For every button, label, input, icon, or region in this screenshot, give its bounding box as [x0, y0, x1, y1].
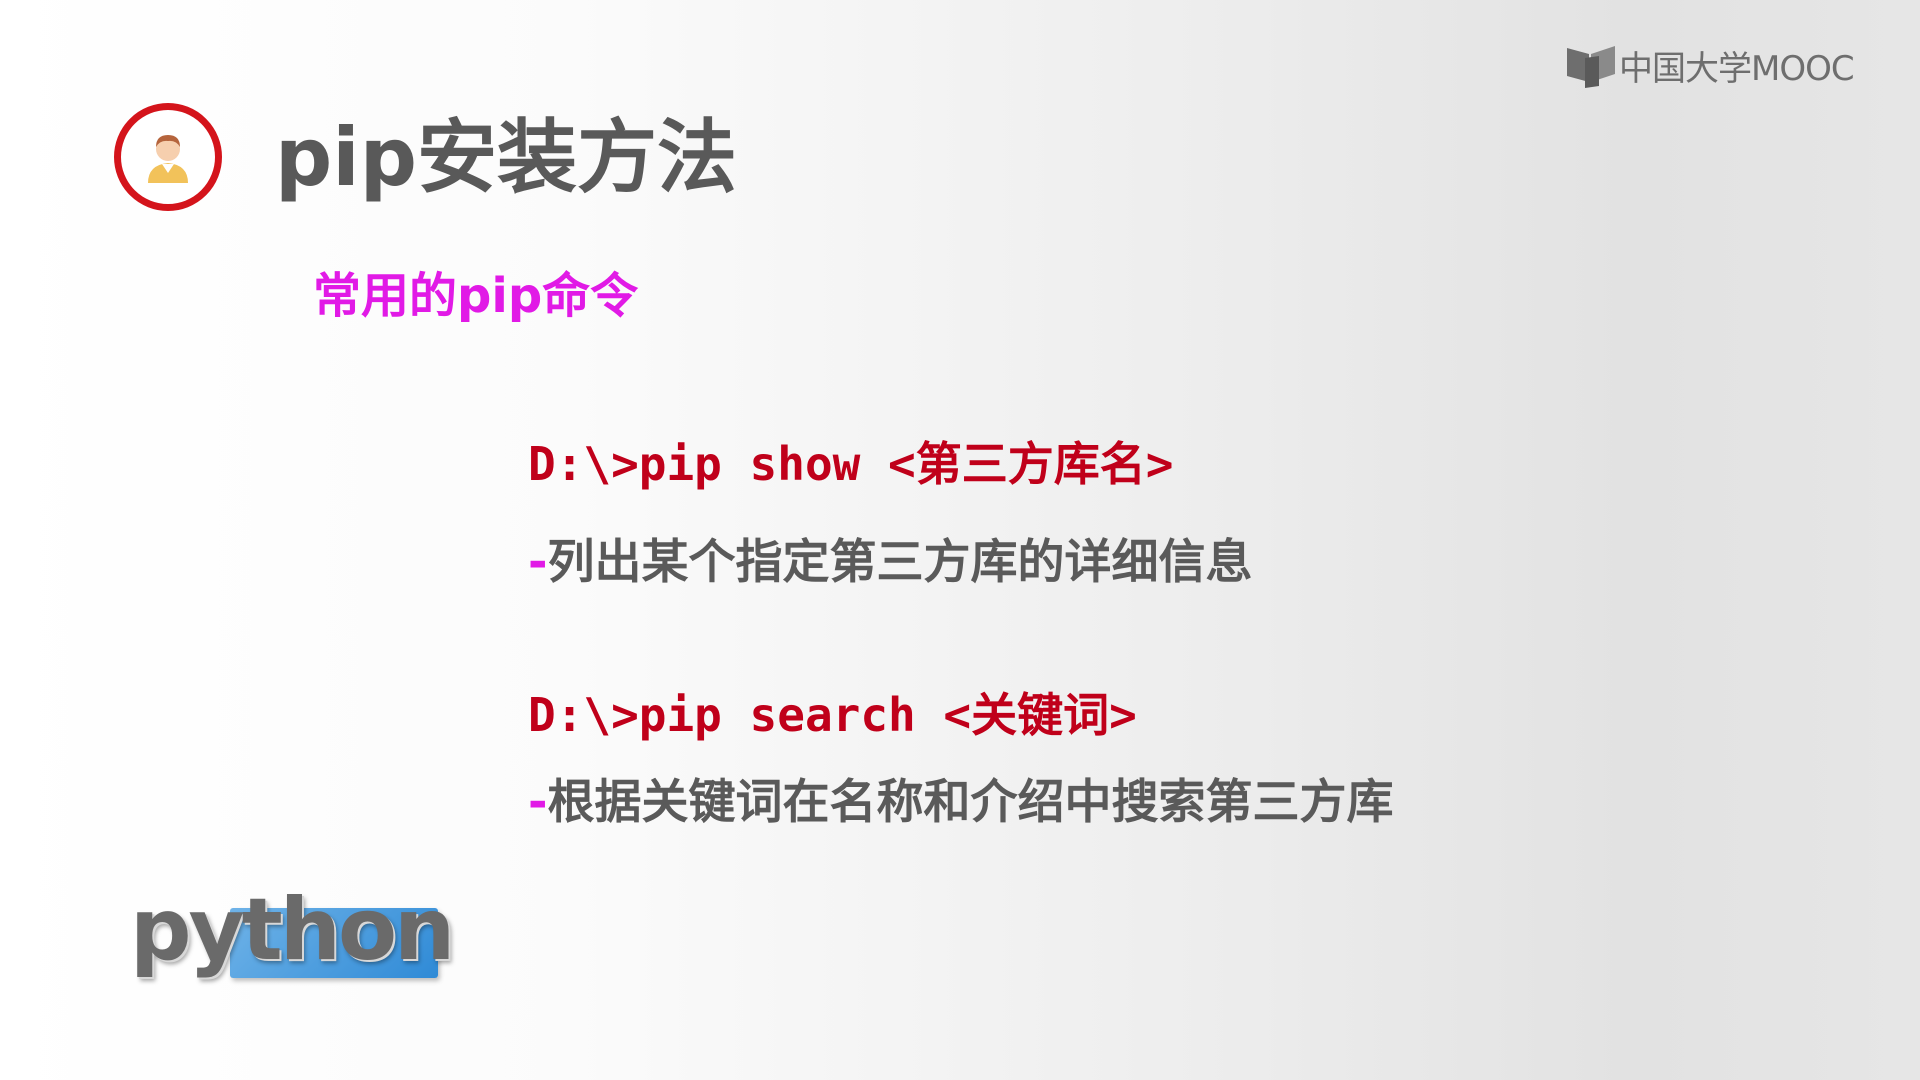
python-logo: python	[130, 880, 460, 1000]
slide-title: pip安装方法	[275, 111, 737, 204]
description-text: 列出某个指定第三方库的详细信息	[547, 535, 1253, 590]
avatar	[114, 103, 222, 211]
pip-show-command: D:\>pip show <第三方库名>	[528, 437, 1174, 491]
slide-subtitle: 常用的pip命令	[313, 268, 639, 324]
mooc-watermark-logo: 中国大学MOOC	[1565, 42, 1855, 89]
description-text: 根据关键词在名称和介绍中搜索第三方库	[547, 775, 1394, 830]
mooc-logo-text: 中国大学MOOC	[1619, 48, 1855, 89]
bullet-dash: -	[528, 535, 548, 590]
person-avatar-icon	[148, 135, 188, 183]
open-book-icon	[1567, 46, 1615, 88]
pip-show-description: -列出某个指定第三方库的详细信息	[528, 532, 1253, 594]
bullet-dash: -	[528, 775, 548, 830]
python-logo-text: python	[130, 880, 455, 980]
pip-search-description: -根据关键词在名称和介绍中搜索第三方库	[528, 772, 1394, 834]
pip-search-command: D:\>pip search <关键词>	[528, 688, 1137, 742]
